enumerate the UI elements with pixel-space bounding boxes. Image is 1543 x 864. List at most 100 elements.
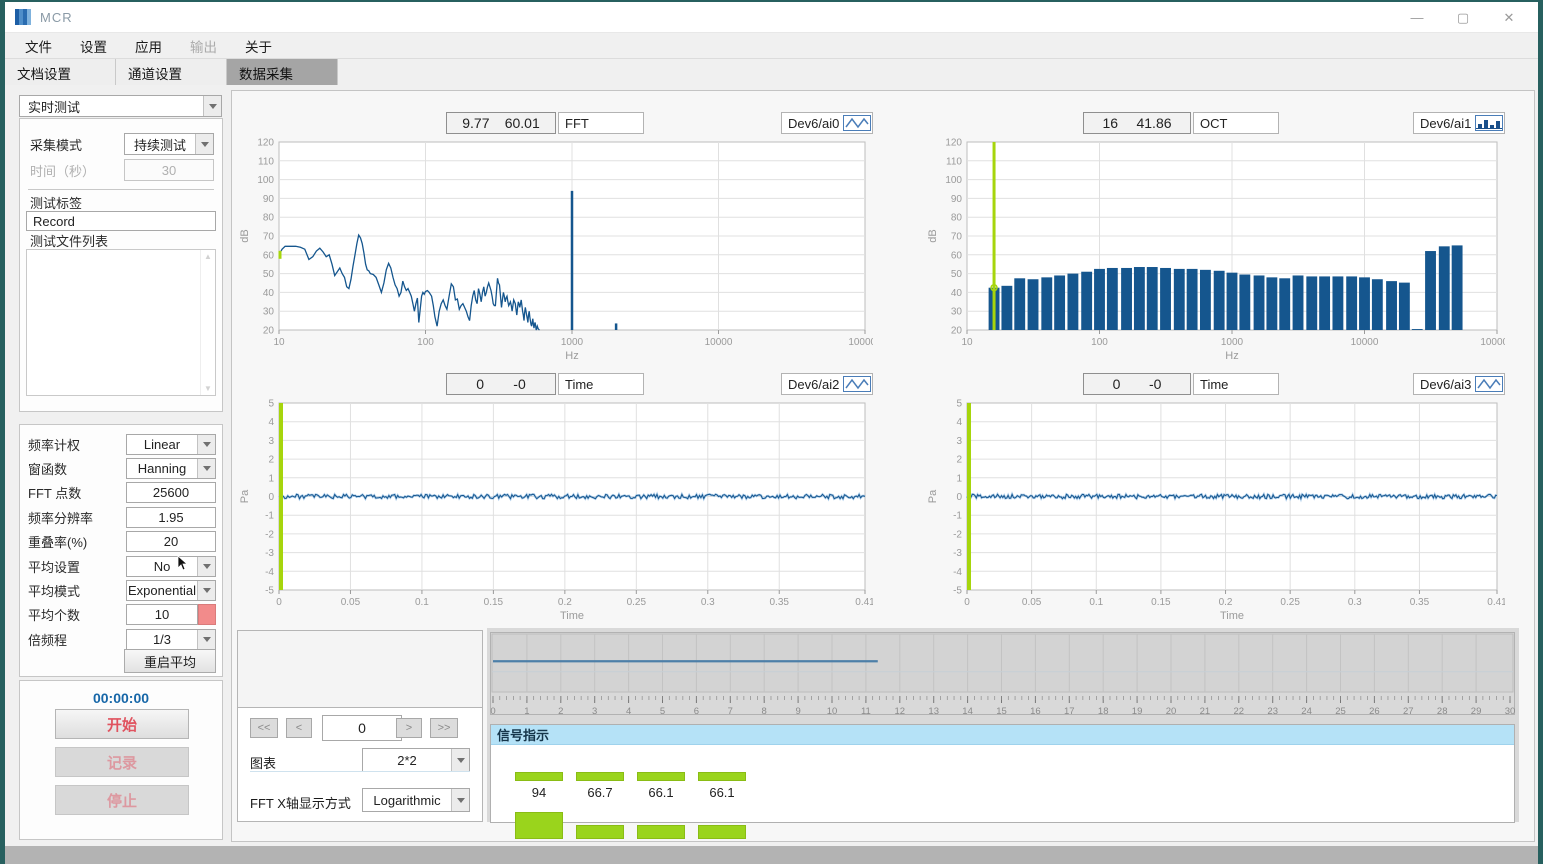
fft-title-box: FFT (558, 112, 644, 134)
svg-text:60: 60 (951, 250, 963, 261)
chevron-down-icon[interactable] (195, 134, 213, 154)
svg-text:120: 120 (257, 138, 274, 149)
param-select-5[interactable]: No (126, 556, 216, 577)
svg-text:11: 11 (861, 706, 871, 717)
svg-text:30: 30 (263, 307, 275, 318)
svg-text:17: 17 (1064, 706, 1075, 717)
chevron-down-icon[interactable] (451, 749, 469, 771)
svg-text:0.3: 0.3 (1348, 597, 1362, 608)
svg-text:0.41: 0.41 (1487, 597, 1505, 608)
param-value-3: 1.95 (158, 510, 183, 525)
fft-plot[interactable]: 2030405060708090100110120101001000100001… (237, 138, 873, 362)
svg-text:120: 120 (945, 138, 962, 149)
menu-item-4[interactable]: 关于 (231, 36, 286, 56)
signal-meter-bar (637, 825, 685, 839)
param-value-8: 1/3 (127, 632, 197, 647)
nav-last-button[interactable]: >> (430, 718, 458, 738)
oct-channel-box[interactable]: Dev6/ai1 (1413, 112, 1505, 134)
fft-channel-box[interactable]: Dev6/ai0 (781, 112, 873, 134)
param-input-7[interactable]: 10 (126, 604, 198, 625)
chevron-down-icon[interactable] (451, 789, 469, 811)
chevron-down-icon[interactable] (197, 630, 215, 649)
svg-text:0.2: 0.2 (558, 597, 572, 608)
chevron-down-icon[interactable] (203, 96, 221, 116)
svg-text:0: 0 (490, 706, 495, 717)
time-seconds-label: 时间（秒） (30, 161, 95, 180)
svg-text:14: 14 (962, 706, 973, 717)
param-select-1[interactable]: Hanning (126, 458, 216, 479)
tab-2[interactable]: 数据采集 (227, 59, 338, 86)
svg-text:100: 100 (257, 175, 274, 186)
fft-header: 9.7760.01FFTDev6/ai0 (237, 112, 873, 138)
svg-text:16: 16 (1030, 706, 1041, 717)
param-input-3[interactable]: 1.95 (126, 507, 216, 528)
svg-text:0.3: 0.3 (701, 597, 715, 608)
time-left-plot[interactable]: -5-4-3-2-101234500.050.10.150.20.250.30.… (237, 399, 873, 622)
channel-name: Dev6/ai1 (1420, 116, 1471, 131)
svg-text:80: 80 (263, 213, 275, 224)
svg-text:2: 2 (268, 455, 274, 466)
param-select-6[interactable]: Exponential (126, 580, 216, 601)
tab-0[interactable]: 文档设置 (5, 59, 116, 86)
maximize-button[interactable]: ▢ (1440, 2, 1486, 33)
chevron-down-icon[interactable] (197, 459, 215, 478)
time-right-channel-box[interactable]: Dev6/ai3 (1413, 373, 1505, 395)
chevron-down-icon[interactable] (197, 581, 215, 600)
param-input-2[interactable]: 25600 (126, 482, 216, 503)
time-right-header: 0-0TimeDev6/ai3 (925, 373, 1505, 399)
svg-text:0.1: 0.1 (1089, 597, 1103, 608)
time-left-channel-box[interactable]: Dev6/ai2 (781, 373, 873, 395)
start-button[interactable]: 开始 (55, 709, 189, 739)
close-button[interactable]: ✕ (1486, 2, 1532, 33)
chevron-down-icon[interactable] (197, 435, 215, 454)
restart-average-button[interactable]: 重启平均 (124, 649, 216, 673)
menu-item-0[interactable]: 文件 (11, 36, 66, 56)
file-list-caption: 测试文件列表 (30, 231, 108, 250)
test-file-list[interactable]: ▲ ▼ (26, 249, 216, 396)
time-chart-right-panel: 0-0TimeDev6/ai3-5-4-3-2-101234500.050.10… (925, 373, 1505, 622)
svg-text:6: 6 (694, 706, 699, 717)
time-right-plot[interactable]: -5-4-3-2-101234500.050.10.150.20.250.30.… (925, 399, 1505, 622)
signal-active-bar (637, 772, 685, 781)
bar-chart-icon (1475, 115, 1503, 131)
chart-layout-select[interactable]: 2*2 (362, 748, 470, 772)
record-button: 记录 (55, 747, 189, 777)
tab-1[interactable]: 通道设置 (116, 59, 227, 86)
svg-text:0.15: 0.15 (484, 597, 504, 608)
acquisition-mode-label: 采集模式 (30, 135, 82, 154)
param-select-8[interactable]: 1/3 (126, 629, 216, 650)
menu-item-2[interactable]: 应用 (121, 36, 176, 56)
param-row-7: 平均个数10 (28, 604, 216, 626)
param-input-4[interactable]: 20 (126, 531, 216, 552)
nav-next-button[interactable]: > (396, 718, 422, 738)
svg-text:0.1: 0.1 (415, 597, 429, 608)
cursor-value-0: 9.77 (462, 115, 489, 131)
minimize-button[interactable]: — (1394, 2, 1440, 33)
svg-text:30: 30 (1505, 706, 1515, 717)
record-timeline[interactable]: 0123456789101112131415161718192021222324… (490, 632, 1515, 720)
scroll-down-icon[interactable]: ▼ (204, 384, 212, 393)
acquisition-mode-select[interactable]: 持续测试 (124, 133, 214, 155)
chevron-down-icon[interactable] (197, 557, 215, 576)
svg-text:20: 20 (951, 326, 963, 337)
param-label-1: 窗函数 (28, 459, 67, 478)
scroll-up-icon[interactable]: ▲ (204, 252, 212, 261)
nav-first-button[interactable]: << (250, 718, 278, 738)
menu-item-1[interactable]: 设置 (66, 36, 121, 56)
param-value-7: 10 (155, 607, 169, 622)
scrollbar[interactable]: ▲ ▼ (200, 250, 215, 395)
svg-text:30: 30 (951, 307, 963, 318)
nav-index-input[interactable]: 0 (322, 715, 402, 741)
signal-level-value: 66.7 (576, 785, 624, 800)
cursor-value-0: 0 (1113, 376, 1121, 392)
signal-channel-1: 66.7 (576, 765, 624, 843)
test-label-input[interactable]: Record (26, 211, 216, 231)
nav-prev-button[interactable]: < (286, 718, 312, 738)
param-select-0[interactable]: Linear (126, 434, 216, 455)
fft-axis-mode-select[interactable]: Logarithmic (362, 788, 470, 812)
oct-chart-panel: 1641.86OCTDev6/ai12030405060708090100110… (925, 112, 1505, 362)
svg-text:110: 110 (946, 156, 962, 167)
oct-plot[interactable]: 2030405060708090100110120101001000100001… (925, 138, 1505, 362)
svg-text:23: 23 (1267, 706, 1278, 717)
test-mode-select[interactable]: 实时测试 (19, 95, 222, 117)
